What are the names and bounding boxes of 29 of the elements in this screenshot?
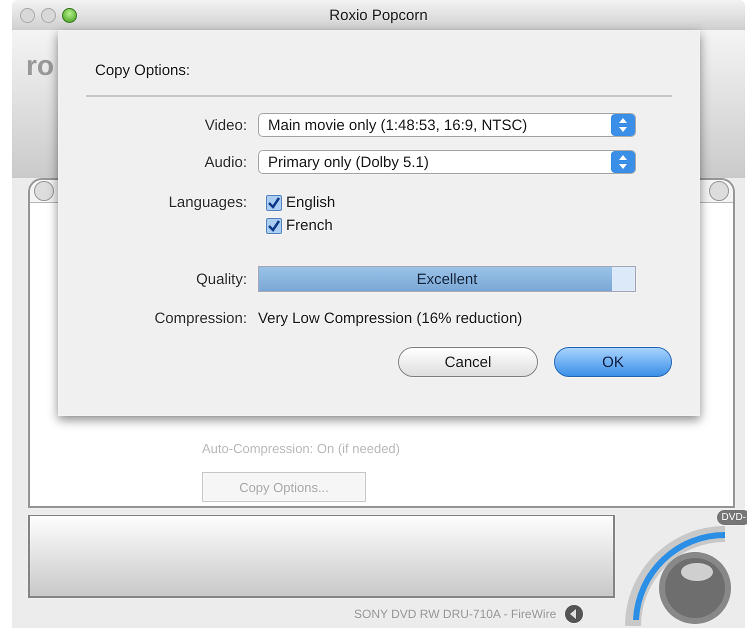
logo-text: ro xyxy=(26,50,54,81)
stepper-icon xyxy=(611,114,635,136)
languages-label: Languages: xyxy=(168,194,247,211)
window-title: Roxio Popcorn xyxy=(329,6,428,24)
compression-label: Compression: xyxy=(153,310,247,327)
zoom-button[interactable] xyxy=(62,8,77,22)
language-checkbox[interactable]: English xyxy=(266,194,336,211)
cancel-button[interactable]: Cancel xyxy=(398,347,538,377)
auto-compression-text: Auto-Compression: On (if needed) xyxy=(202,441,400,456)
audio-select[interactable]: Primary only (Dolby 5.1) xyxy=(258,150,636,174)
ok-button[interactable]: OK xyxy=(554,347,672,377)
quality-label: Quality: xyxy=(195,270,247,288)
device-name: SONY DVD RW DRU-710A - FireWire xyxy=(354,607,556,621)
quality-bar[interactable]: Excellent xyxy=(258,266,636,292)
audio-label: Audio: xyxy=(203,154,247,170)
checkmark-icon xyxy=(267,218,281,232)
checkmark-icon xyxy=(267,196,281,210)
sheet-title: Copy Options: xyxy=(94,62,192,79)
close-button[interactable] xyxy=(20,8,35,22)
stepper-icon xyxy=(611,151,635,173)
video-select[interactable]: Main movie only (1:48:53, 16:9, NTSC) xyxy=(258,113,636,137)
minimize-button[interactable] xyxy=(41,8,56,22)
disc-type-badge[interactable]: DVD- xyxy=(716,510,747,525)
video-label: Video: xyxy=(204,116,247,134)
language-checkbox[interactable]: French xyxy=(266,217,336,234)
help-button[interactable] xyxy=(709,181,729,201)
eject-icon[interactable] xyxy=(564,604,584,624)
compression-value: Very Low Compression (16% reduction) xyxy=(258,310,522,327)
back-button[interactable] xyxy=(34,181,54,201)
